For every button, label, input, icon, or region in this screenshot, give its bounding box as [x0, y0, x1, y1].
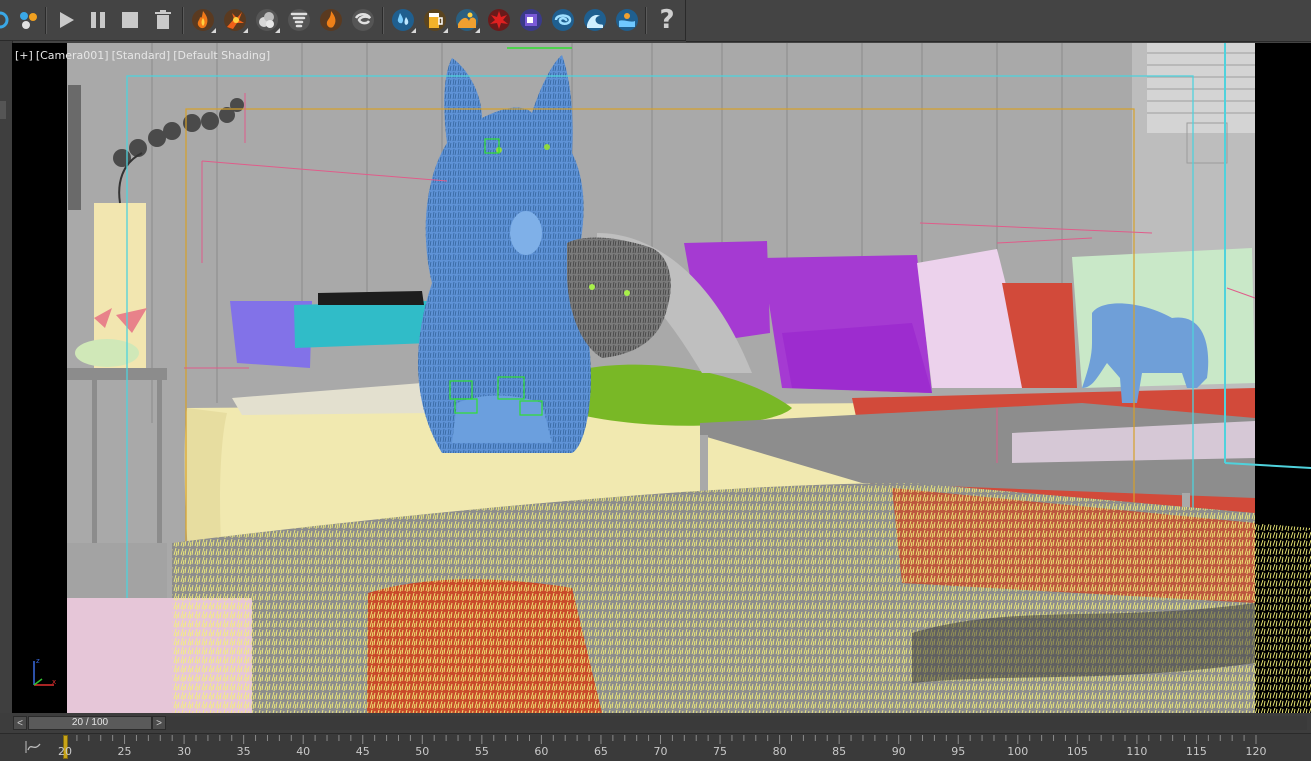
viewport-camera-menu[interactable]: [Camera001]	[36, 49, 109, 62]
ruler-label: 55	[474, 745, 489, 758]
ruler-label: 80	[772, 745, 787, 758]
delete-cache-button[interactable]	[149, 6, 177, 34]
water-vortex-icon	[552, 9, 574, 31]
ruler-label: 65	[593, 745, 608, 758]
red-splat-icon	[488, 9, 510, 31]
particle-view-icon	[20, 12, 37, 29]
curve-editor-icon[interactable]	[24, 740, 42, 754]
ruler-label: 75	[713, 745, 728, 758]
ruler-label: 50	[415, 745, 430, 758]
play-button[interactable]	[52, 6, 80, 34]
toolbar-empty-area	[686, 0, 1311, 42]
play-icon	[60, 12, 74, 28]
tornado-button[interactable]	[285, 6, 313, 34]
flame-icon	[320, 9, 342, 31]
svg-text:z: z	[36, 657, 40, 665]
svg-text:x: x	[52, 678, 56, 686]
ruler-label: 40	[296, 745, 311, 758]
ruler-label: 60	[534, 745, 549, 758]
ruler-label: 90	[891, 745, 906, 758]
ruler-label: 85	[832, 745, 847, 758]
beer-button[interactable]	[421, 6, 449, 34]
pause-button[interactable]	[84, 6, 112, 34]
liquid-button[interactable]	[389, 6, 417, 34]
ruler-label: 25	[117, 745, 132, 758]
swirl-smoke-button[interactable]	[349, 6, 377, 34]
next-frame-button[interactable]: >	[152, 716, 166, 730]
swirl-smoke-icon	[352, 9, 374, 31]
ruler-label: 20	[58, 745, 72, 758]
ocean-wave-icon	[584, 9, 606, 31]
scene-render	[12, 43, 1311, 713]
pause-icon	[91, 12, 105, 28]
axis-tripod-icon: z x	[33, 657, 56, 686]
viewport-general-menu[interactable]: [+]	[15, 49, 33, 62]
ruler-label: 45	[355, 745, 370, 758]
ruler-label: 30	[177, 745, 192, 758]
time-slider-bar: < 20 / 100 >	[0, 713, 1311, 733]
ruler-label: 105	[1066, 745, 1088, 758]
explosion-button[interactable]	[221, 6, 249, 34]
fire-button[interactable]	[189, 6, 217, 34]
blue-box-icon	[520, 9, 542, 31]
trash-icon	[155, 10, 171, 29]
tornado-icon	[288, 9, 310, 31]
prev-frame-button[interactable]: <	[13, 716, 27, 730]
stop-button[interactable]	[116, 6, 144, 34]
viewport-shading-menu[interactable]: [Default Shading]	[173, 49, 270, 62]
ruler-label: 70	[653, 745, 668, 758]
track-bar[interactable]: 20 25 30 35 40 45 50 55 60 65 70 75 80 85 90 95 100 105 11…	[0, 733, 1311, 761]
help-icon: ?	[659, 5, 675, 35]
blue-box-button[interactable]	[517, 6, 545, 34]
partial-circle-button[interactable]	[0, 6, 14, 34]
flame-button[interactable]	[317, 6, 345, 34]
water-tank-icon	[616, 9, 638, 31]
splat-button[interactable]	[485, 6, 513, 34]
ruler-label: 95	[951, 745, 966, 758]
water-vortex-button[interactable]	[549, 6, 577, 34]
ruler-label: 100	[1007, 745, 1029, 758]
water-tank-button[interactable]	[613, 6, 641, 34]
viewport-label[interactable]: [+] [Camera001] [Standard] [Default Shading…	[15, 49, 273, 62]
wave-splash-button[interactable]	[453, 6, 481, 34]
fluid-toolbar: ?	[0, 0, 686, 41]
ocean-wave-button[interactable]	[581, 6, 609, 34]
stop-icon	[122, 12, 138, 28]
time-slider-thumb[interactable]: 20 / 100	[28, 716, 152, 730]
camera-viewport[interactable]: [+] [Camera001] [Standard] [Default Shading…	[12, 43, 1311, 713]
smoke-button[interactable]	[253, 6, 281, 34]
particle-view-button[interactable]	[14, 6, 42, 34]
ruler-label: 115	[1185, 745, 1207, 758]
time-slider-track[interactable]	[166, 716, 1307, 730]
ruler-label: 120	[1245, 745, 1267, 758]
ruler-label: 110	[1126, 745, 1148, 758]
help-button[interactable]: ?	[653, 6, 681, 34]
viewport-standard-menu[interactable]: [Standard]	[112, 49, 171, 62]
partial-circle-icon	[0, 11, 9, 29]
ruler-label: 35	[236, 745, 251, 758]
